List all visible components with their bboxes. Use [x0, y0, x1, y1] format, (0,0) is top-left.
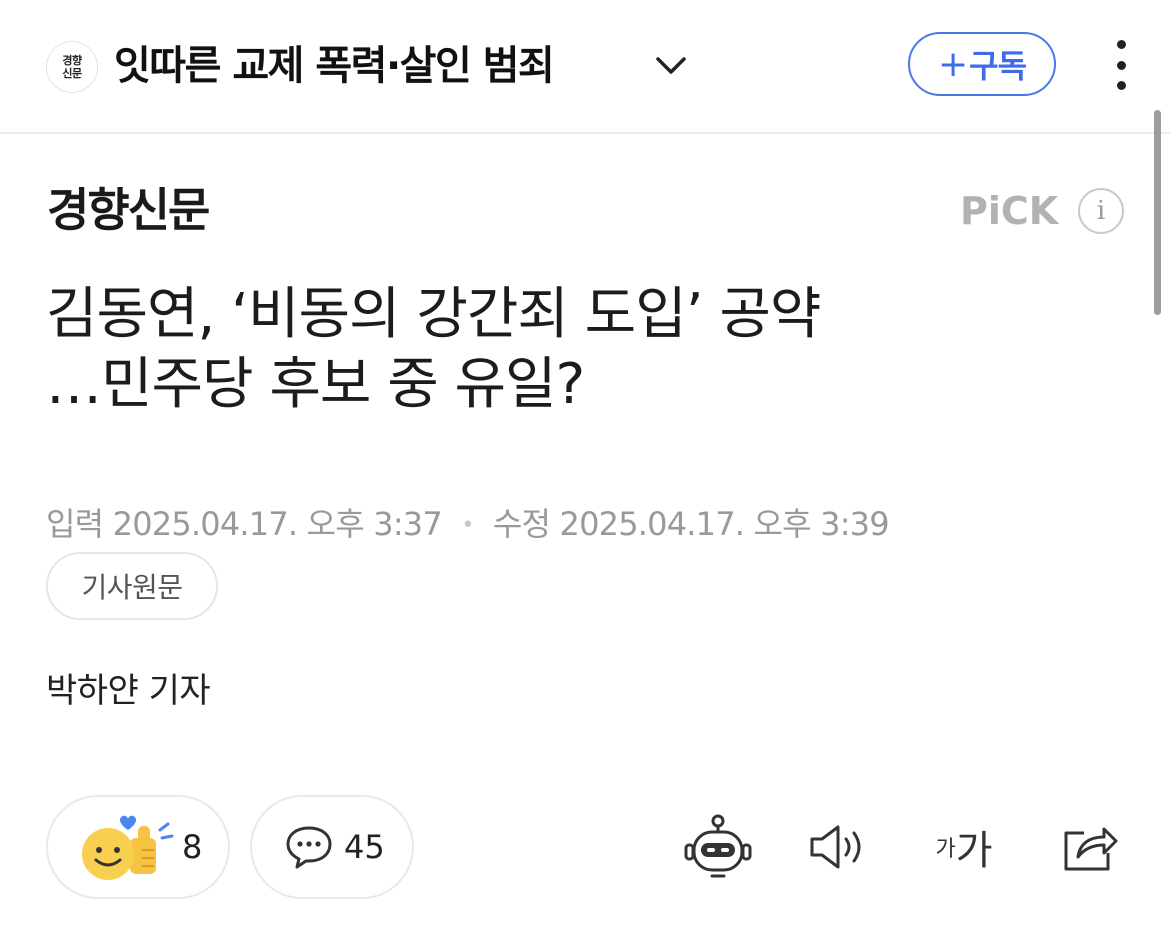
more-vertical-icon[interactable] [1106, 40, 1136, 90]
press-logo[interactable]: 경향 신문 [46, 41, 98, 93]
comment-button[interactable]: 45 [250, 795, 414, 899]
press-name[interactable]: 경향신문 [47, 180, 210, 240]
reaction-count: 8 [182, 828, 203, 866]
info-icon[interactable]: i [1078, 188, 1124, 234]
modified-label: 수정 [492, 505, 551, 543]
article-headline: 김동연, ‘비동의 강간죄 도입’ 공약 …민주당 후보 중 유일? [46, 280, 1126, 420]
font-size-large: 가 [955, 828, 993, 874]
original-article-button[interactable]: 기사원문 [46, 552, 218, 620]
font-size-icon[interactable]: 가 가 [928, 812, 1000, 882]
input-time: 2025.04.17. 오후 3:37 [112, 505, 443, 543]
kebab-dot [1116, 60, 1126, 70]
share-icon [1064, 827, 1118, 871]
chevron-down-icon[interactable] [654, 50, 688, 80]
comment-count: 45 [344, 828, 385, 866]
reporter-name[interactable]: 박하얀 기자 [46, 668, 211, 714]
modified-time: 2025.04.17. 오후 3:39 [559, 505, 890, 543]
summary-bot-button[interactable] [684, 812, 752, 882]
kebab-dot [1116, 81, 1126, 90]
robot-summary-icon [684, 814, 752, 878]
plus-icon: + [937, 43, 968, 85]
font-size-small: 가 [935, 837, 956, 862]
subscribe-button[interactable]: + 구독 [908, 32, 1056, 96]
topic-title[interactable]: 잇따른 교제 폭력·살인 범죄 [114, 36, 555, 96]
speech-bubble-icon [286, 826, 332, 869]
reaction-button[interactable]: 8 [46, 795, 230, 899]
pick-badge: PiCK [960, 189, 1059, 233]
share-button[interactable] [1058, 812, 1122, 882]
article-dateline: 입력 2025.04.17. 오후 3:37 • 수정 2025.04.17. … [46, 502, 890, 548]
kebab-dot [1116, 40, 1126, 49]
separator-dot: • [461, 513, 474, 538]
input-label: 입력 [46, 505, 104, 543]
subscribe-label: 구독 [969, 47, 1027, 85]
smile-thumbs-up-icon [78, 812, 176, 882]
headline-line-1: 김동연, ‘비동의 강간죄 도입’ 공약 [46, 282, 821, 347]
listen-audio-button[interactable] [808, 812, 872, 882]
press-logo-line2: 신문 [62, 67, 82, 80]
headline-line-2: …민주당 후보 중 유일? [46, 352, 585, 417]
scrollbar-thumb[interactable] [1154, 110, 1161, 315]
top-bar: 경향 신문 잇따른 교제 폭력·살인 범죄 + 구독 [0, 0, 1170, 134]
speaker-icon [810, 825, 861, 869]
press-logo-line1: 경향 [62, 54, 82, 67]
